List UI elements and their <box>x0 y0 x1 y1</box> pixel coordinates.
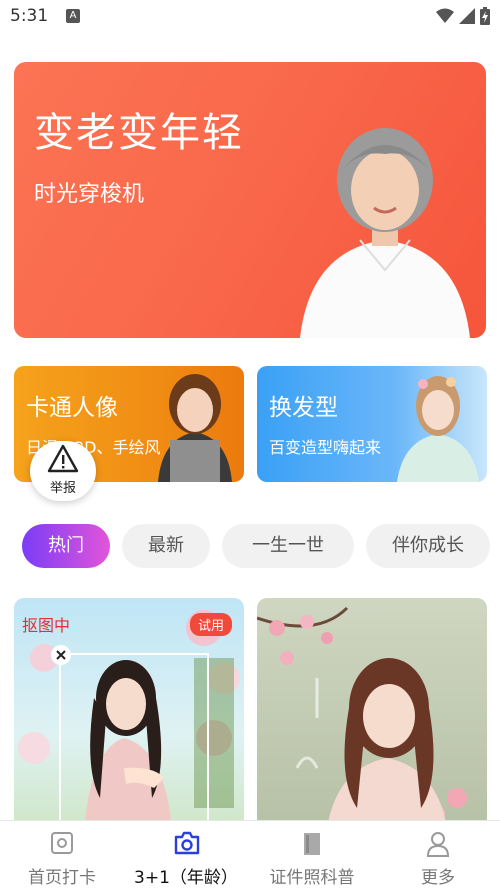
report-button[interactable]: 举报 <box>30 441 96 501</box>
nav-label: 更多 <box>421 868 455 888</box>
banner-subtitle: 时光穿梭机 <box>34 182 145 207</box>
tab-hot[interactable]: 热门 <box>22 524 110 568</box>
user-icon <box>426 832 450 857</box>
photo-card-right[interactable] <box>257 598 487 828</box>
nav-more[interactable]: 更多 <box>378 821 498 889</box>
nav-id-photo-guide[interactable]: 证件照科普 <box>252 821 372 889</box>
nav-label: 证件照科普 <box>269 868 355 888</box>
age-transform-banner[interactable]: 变老变年轻 时光穿梭机 <box>14 62 486 338</box>
battery-charging-icon <box>480 7 490 25</box>
card-subtitle: 百变造型嗨起来 <box>269 438 382 457</box>
card-title: 换发型 <box>269 395 338 421</box>
hairstyle-model-image <box>397 376 479 482</box>
nav-label: 3+1（年龄） <box>134 868 238 888</box>
camera-square-icon <box>51 832 73 854</box>
nav-age[interactable]: 3+1（年龄） <box>126 821 246 889</box>
nav-label: 首页打卡 <box>28 868 96 888</box>
signal-icon <box>459 8 475 24</box>
photo-card-left[interactable]: 抠图中 试用 <box>14 598 244 828</box>
status-time: 5:31 <box>10 6 49 26</box>
close-icon[interactable] <box>50 644 72 666</box>
book-icon <box>304 833 320 855</box>
report-label: 举报 <box>49 481 76 496</box>
cutout-status: 抠图中 <box>22 616 71 635</box>
a-notification-icon: A <box>66 9 80 23</box>
cartoon-girl-image <box>158 374 232 482</box>
tab-lifetime[interactable]: 一生一世 <box>222 524 354 568</box>
nav-home-checkin[interactable]: 首页打卡 <box>2 821 122 889</box>
banner-title: 变老变年轻 <box>34 110 244 156</box>
wifi-icon <box>436 8 454 23</box>
category-tabs: 热门 最新 一生一世 伴你成长 <box>0 524 500 570</box>
trial-badge: 试用 <box>189 613 232 636</box>
spring-portrait-image <box>257 606 467 828</box>
tab-latest[interactable]: 最新 <box>122 524 210 568</box>
elderly-woman-portrait <box>300 128 470 338</box>
camera-icon <box>174 831 200 855</box>
bottom-navigation: 首页打卡 3+1（年龄） 证件照科普 更多 <box>0 820 500 889</box>
system-icons <box>436 7 490 25</box>
card-title: 卡通人像 <box>26 395 118 421</box>
warning-triangle-icon <box>47 444 79 473</box>
tab-growing-up[interactable]: 伴你成长 <box>366 524 490 568</box>
change-hairstyle-card[interactable]: 换发型 百变造型嗨起来 <box>257 366 487 482</box>
status-bar: 5:31 A <box>0 0 500 34</box>
